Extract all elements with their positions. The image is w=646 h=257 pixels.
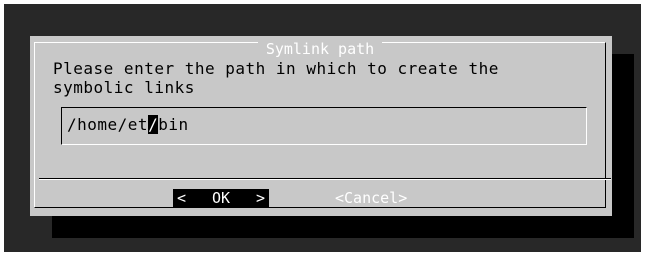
dialog-prompt: Please enter the path in which to create… (53, 59, 499, 97)
input-text-before-cursor: /home/et (67, 115, 149, 134)
input-text-after-cursor: bin (158, 115, 189, 134)
text-cursor: / (148, 115, 159, 134)
button-separator (39, 178, 611, 180)
cancel-button[interactable]: <Cancel> (335, 189, 407, 207)
ok-right-bracket: > (255, 189, 265, 207)
path-input[interactable]: /home/et/bin (61, 107, 587, 145)
path-input-value[interactable]: /home/et/bin (67, 115, 189, 134)
terminal-background: Symlink path Please enter the path in wh… (4, 4, 641, 252)
ok-left-bracket: < (177, 189, 187, 207)
ok-button-label: OK (211, 189, 231, 207)
ok-button[interactable]: < OK > (173, 189, 269, 207)
prompt-line-2: symbolic links (53, 78, 195, 97)
dialog-title-text: Symlink path (257, 40, 383, 58)
symlink-path-dialog: Symlink path Please enter the path in wh… (30, 36, 612, 216)
prompt-line-1: Please enter the path in which to create… (53, 59, 499, 78)
dialog-title: Symlink path (35, 40, 605, 58)
dialog-frame: Symlink path Please enter the path in wh… (34, 40, 611, 208)
